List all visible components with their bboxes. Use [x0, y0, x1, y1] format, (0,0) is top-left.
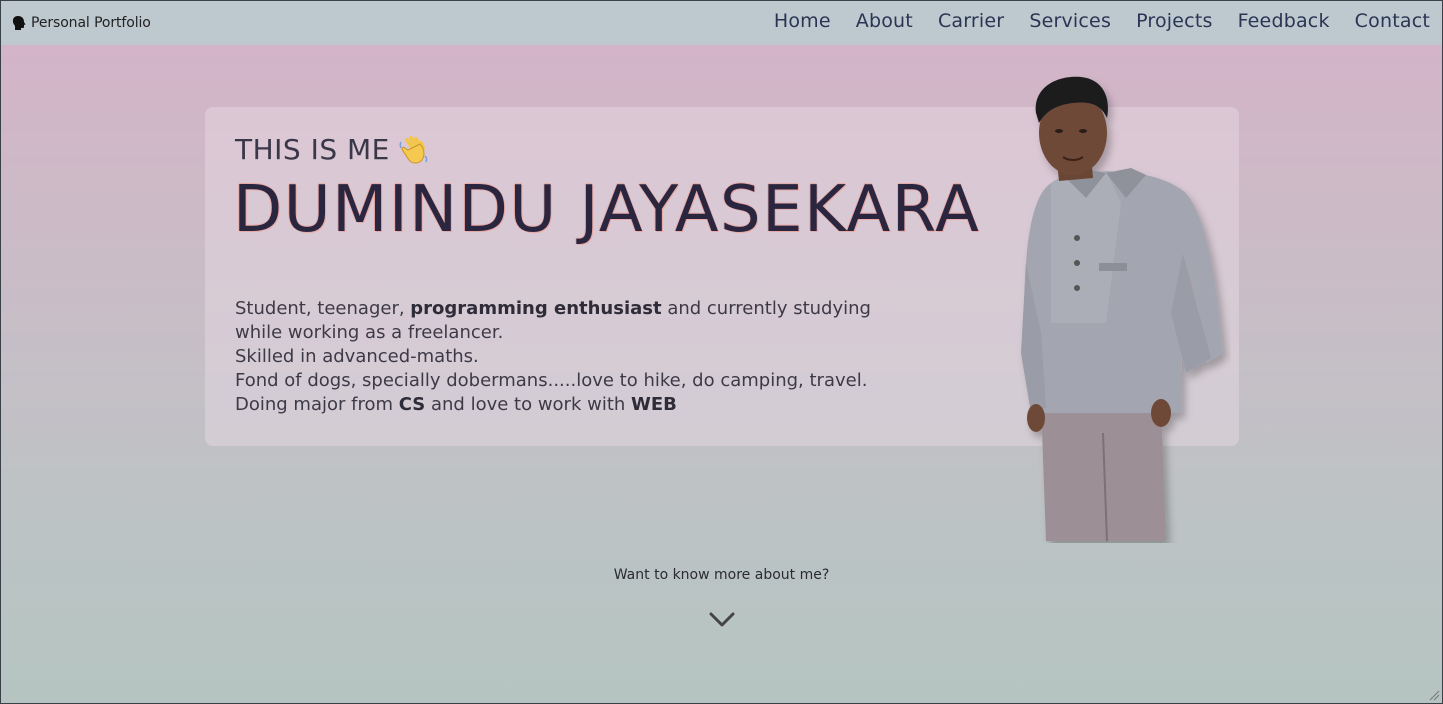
nav-link-home[interactable]: Home [761, 10, 843, 32]
greeting-text: THIS IS ME [235, 133, 390, 166]
waving-hand-icon [399, 135, 428, 163]
brand[interactable]: Personal Portfolio [11, 15, 151, 31]
head-silhouette-icon [12, 16, 26, 30]
portrait-photo [1021, 76, 1223, 542]
hero-bio: Student, teenager, programming enthusias… [235, 297, 915, 417]
nav-link-about[interactable]: About [843, 10, 925, 32]
brand-label: Personal Portfolio [31, 15, 151, 31]
navbar: Personal Portfolio Home About Carrier Se… [1, 1, 1442, 45]
resize-grip-icon[interactable] [1428, 689, 1440, 701]
more-about-me-text: Want to know more about me? [613, 567, 830, 583]
nav-link-services[interactable]: Services [1017, 10, 1124, 32]
nav-link-projects[interactable]: Projects [1124, 10, 1226, 32]
bio-line-2: Skilled in advanced-maths. [235, 346, 479, 367]
bio-line-3: Fond of dogs, specially dobermans.....lo… [235, 370, 868, 391]
greeting: THIS IS ME [235, 133, 430, 166]
hero-name: DUMINDU JAYASEKARA [233, 173, 981, 247]
chevron-down-icon[interactable] [708, 609, 736, 631]
nav-link-feedback[interactable]: Feedback [1225, 10, 1342, 32]
nav-link-contact[interactable]: Contact [1342, 10, 1430, 32]
nav-link-carrier[interactable]: Carrier [925, 10, 1016, 32]
nav-links: Home About Carrier Services Projects Fee… [761, 10, 1430, 32]
bio-line-1: Student, teenager, programming enthusias… [235, 298, 871, 343]
bio-line-4: Doing major from CS and love to work wit… [235, 394, 677, 415]
